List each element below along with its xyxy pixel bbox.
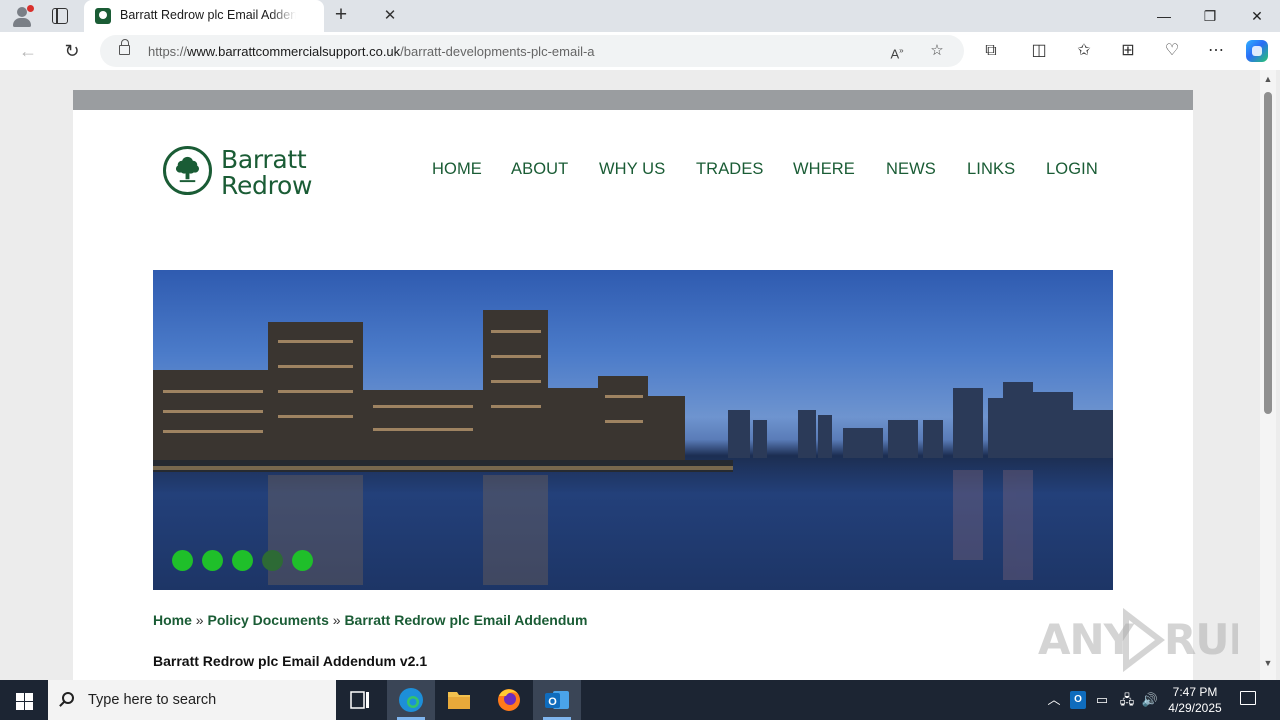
more-icon[interactable]: ⋯ xyxy=(1205,41,1227,61)
address-bar[interactable]: https://www.barrattcommercialsupport.co.… xyxy=(100,35,964,67)
clock-time: 7:47 PM xyxy=(1172,685,1218,699)
tab-close-icon[interactable]: ✕ xyxy=(380,6,400,26)
show-hidden-icons-icon[interactable]: ︿ xyxy=(1046,691,1062,709)
search-placeholder: Type here to search xyxy=(88,692,217,708)
split-screen-icon[interactable]: ◫ xyxy=(1028,41,1050,61)
taskbar-search[interactable]: Type here to search xyxy=(48,680,336,720)
nav-home[interactable]: HOME xyxy=(432,160,482,179)
system-clock[interactable]: 7:47 PM 4/29/2025 xyxy=(1160,684,1230,716)
nav-trades[interactable]: TRADES xyxy=(696,160,764,179)
svg-text:ANY: ANY xyxy=(1038,615,1135,664)
outlook-tray-icon[interactable]: O xyxy=(1070,691,1086,709)
anyrun-watermark: ANY RUN xyxy=(1038,607,1264,673)
hero-slider[interactable] xyxy=(153,270,1113,590)
browser-tab[interactable]: Barratt Redrow plc Email Addendum ✕ xyxy=(84,0,396,32)
slider-dot[interactable] xyxy=(232,550,253,571)
favorites-icon[interactable]: ✩ xyxy=(1073,41,1095,61)
breadcrumb-current: Barratt Redrow plc Email Addendum xyxy=(344,612,588,628)
slider-dot[interactable] xyxy=(292,550,313,571)
nav-login[interactable]: LOGIN xyxy=(1046,160,1098,179)
slider-dot[interactable] xyxy=(202,550,223,571)
minimize-button[interactable]: — xyxy=(1141,0,1187,32)
browser-tab-bar: Barratt Redrow plc Email Addendum ✕ + — … xyxy=(0,0,1280,32)
anyrun-logo: ANY RUN xyxy=(1038,607,1264,673)
firefox-icon[interactable] xyxy=(485,680,533,720)
svg-text:RUN: RUN xyxy=(1164,615,1238,664)
network-icon[interactable]: 🖧 xyxy=(1118,691,1136,709)
nav-news[interactable]: NEWS xyxy=(886,160,936,179)
close-window-button[interactable]: ✕ xyxy=(1234,0,1280,32)
browser-toolbar: ← ↻ https://www.barrattcommercialsupport… xyxy=(0,32,1280,70)
scroll-thumb[interactable] xyxy=(1264,92,1272,414)
outlook-icon[interactable]: O xyxy=(533,680,581,720)
lock-icon[interactable] xyxy=(119,39,130,55)
browser-essentials-icon[interactable]: ♡ xyxy=(1161,41,1183,61)
volume-icon[interactable]: 🔊 xyxy=(1141,691,1159,709)
url-text[interactable]: https://www.barrattcommercialsupport.co.… xyxy=(148,44,595,59)
notification-icon[interactable] xyxy=(1240,691,1256,705)
task-view-icon[interactable] xyxy=(336,680,384,720)
search-icon xyxy=(62,692,74,704)
extensions-icon[interactable]: ⧉ xyxy=(980,41,1002,61)
read-aloud-icon[interactable]: A» xyxy=(886,41,908,61)
device-icon[interactable]: ▭ xyxy=(1094,691,1110,709)
svg-text:O: O xyxy=(548,696,557,708)
slider-dot[interactable] xyxy=(262,550,283,571)
nav-about[interactable]: ABOUT xyxy=(511,160,568,179)
breadcrumb: Home » Policy Documents » Barratt Redrow… xyxy=(153,612,587,628)
nav-links[interactable]: LINKS xyxy=(967,160,1015,179)
edge-icon[interactable] xyxy=(387,680,435,720)
page-viewport: Barratt Redrow HOME ABOUT WHY US TRADES … xyxy=(0,70,1280,680)
profile-icon[interactable] xyxy=(10,4,34,28)
nav-where[interactable]: WHERE xyxy=(793,160,855,179)
page-title: Barratt Redrow plc Email Addendum v2.1 xyxy=(153,653,428,669)
restore-button[interactable]: ❐ xyxy=(1187,0,1233,32)
page-scrollbar[interactable]: ▲ ▼ xyxy=(1260,70,1276,680)
nav-why-us[interactable]: WHY US xyxy=(599,160,665,179)
file-explorer-icon[interactable] xyxy=(435,680,483,720)
back-icon[interactable]: ← xyxy=(15,39,41,63)
favorite-icon[interactable]: ☆ xyxy=(926,41,948,61)
breadcrumb-separator: » xyxy=(195,612,204,628)
logo-text-line2: Redrow xyxy=(221,171,313,200)
top-strip xyxy=(73,90,1193,110)
clock-date: 4/29/2025 xyxy=(1168,701,1222,715)
slider-dot[interactable] xyxy=(172,550,193,571)
tab-title: Barratt Redrow plc Email Addendum xyxy=(120,8,296,22)
new-tab-button[interactable]: + xyxy=(330,4,352,28)
scroll-up-icon[interactable]: ▲ xyxy=(1263,74,1273,84)
copilot-icon[interactable] xyxy=(1246,40,1268,62)
windows-taskbar: Type here to search O ︿ O ▭ 🖧 🔊 7:47 PM … xyxy=(0,680,1280,720)
tab-actions-icon[interactable] xyxy=(52,8,68,24)
oak-tree-icon xyxy=(175,156,200,183)
breadcrumb-policy-documents[interactable]: Policy Documents xyxy=(207,612,328,628)
logo-text-line1: Barratt xyxy=(221,145,307,174)
breadcrumb-separator: » xyxy=(332,612,341,628)
breadcrumb-home[interactable]: Home xyxy=(153,612,192,628)
site-logo[interactable]: Barratt Redrow xyxy=(163,146,333,202)
site-favicon-icon xyxy=(95,8,111,24)
page-container: Barratt Redrow HOME ABOUT WHY US TRADES … xyxy=(73,90,1193,680)
refresh-icon[interactable]: ↻ xyxy=(59,39,85,63)
scroll-down-icon[interactable]: ▼ xyxy=(1263,658,1273,668)
riverside-skyline-image xyxy=(153,310,1113,585)
start-button[interactable] xyxy=(0,680,48,720)
collections-icon[interactable]: ⊞ xyxy=(1117,41,1139,61)
